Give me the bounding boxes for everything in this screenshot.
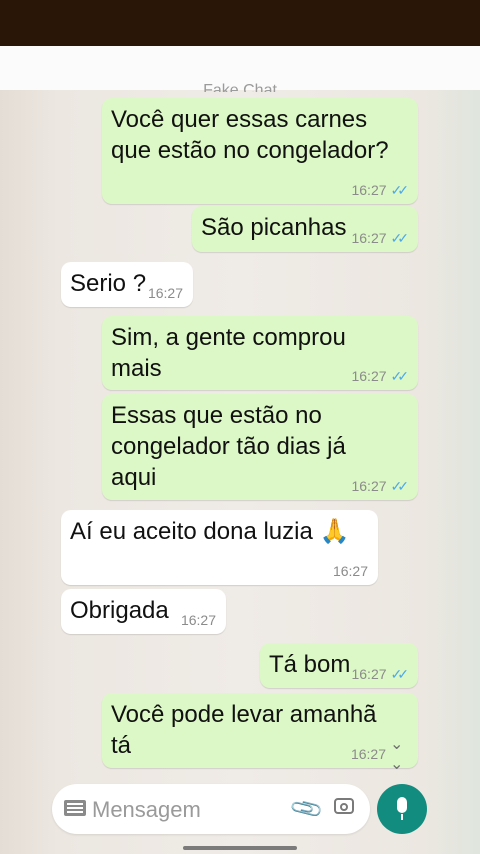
message-bubble-in[interactable]: Serio ? 16:27 [61, 262, 193, 307]
double-chevron-down-icon[interactable]: ⌄ ⌄ [390, 734, 403, 774]
message-bubble-out[interactable]: Tá bom 16:27 ✓✓ [260, 643, 418, 688]
message-meta: 16:27 ✓✓ [351, 368, 410, 384]
keyboard-icon[interactable] [64, 800, 86, 816]
status-bar [0, 0, 480, 46]
message-text: Você pode levar amanhã tá [111, 701, 377, 759]
message-meta: 16:27 ✓✓ [351, 182, 410, 198]
message-meta: 16:27 [148, 285, 183, 301]
message-time: 16:27 [351, 478, 387, 494]
message-time: 16:27 [351, 230, 387, 246]
message-meta: 16:27 ✓✓ [351, 230, 410, 246]
message-bubble-out[interactable]: Essas que estão no congelador tão dias j… [102, 394, 418, 500]
message-meta: 16:27 [333, 563, 368, 579]
message-time: 16:27 [351, 368, 387, 384]
read-check-icon: ✓✓ [390, 666, 410, 682]
message-time: 16:27 [350, 746, 386, 762]
mic-button[interactable] [377, 784, 427, 834]
read-check-icon: ✓✓ [390, 368, 410, 384]
message-bubble-out[interactable]: Sim, a gente comprou mais 16:27 ✓✓ [102, 316, 418, 390]
message-meta: 16:27 [351, 746, 386, 762]
message-text: Serio ? [70, 270, 147, 297]
message-time: 16:27 [351, 182, 387, 198]
chat-title: Fake Chat [203, 82, 277, 92]
message-input-placeholder[interactable]: Mensagem [92, 797, 201, 823]
mic-icon [397, 797, 407, 813]
message-bubble-out[interactable]: Você quer essas carnes que estão no cong… [102, 98, 418, 204]
read-check-icon: ✓✓ [390, 182, 410, 198]
message-text: São picanhas [201, 214, 347, 241]
message-time: 16:27 [332, 563, 368, 579]
message-time: 16:27 [180, 612, 216, 628]
message-time: 16:27 [147, 285, 183, 301]
paperclip-icon[interactable]: 📎 [288, 790, 325, 827]
read-check-icon: ✓✓ [390, 230, 410, 246]
message-text: Obrigada [70, 597, 169, 624]
message-text: Aí eu aceito dona luzia 🙏 [70, 518, 350, 545]
home-indicator [183, 846, 297, 850]
mic-stand [401, 814, 403, 820]
message-composer[interactable]: Mensagem 📎 [52, 784, 370, 834]
message-time: 16:27 [351, 666, 387, 682]
message-meta: 16:27 [181, 612, 216, 628]
read-check-icon: ✓✓ [390, 478, 410, 494]
message-text: Sim, a gente comprou mais [111, 324, 346, 382]
message-text: Essas que estão no congelador tão dias j… [111, 402, 346, 491]
message-bubble-in[interactable]: Aí eu aceito dona luzia 🙏 16:27 [61, 510, 378, 585]
message-text: Tá bom [269, 651, 351, 678]
camera-icon[interactable] [334, 798, 354, 814]
message-meta: 16:27 ✓✓ [351, 666, 410, 682]
message-bubble-out[interactable]: São picanhas 16:27 ✓✓ [192, 206, 418, 252]
message-bubble-in[interactable]: Obrigada 16:27 [61, 589, 226, 634]
message-text: Você quer essas carnes que estão no cong… [111, 106, 389, 164]
message-bubble-out[interactable]: Você pode levar amanhã tá 16:27 [102, 693, 418, 768]
message-meta: 16:27 ✓✓ [351, 478, 410, 494]
